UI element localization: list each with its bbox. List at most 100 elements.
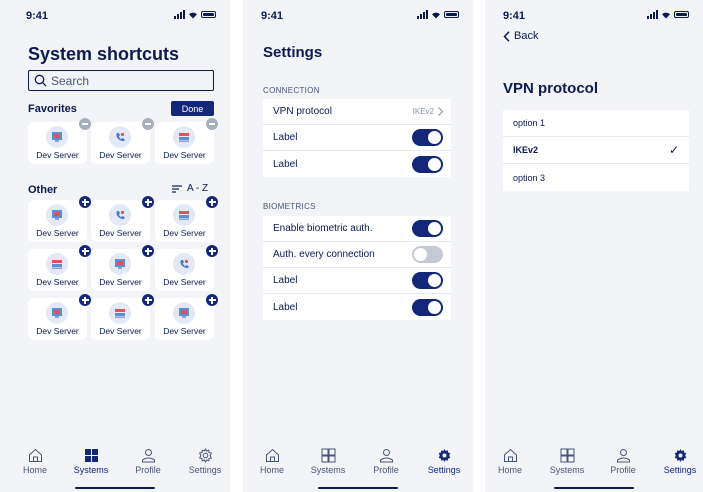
tab-bar: Home Systems Profile Settings bbox=[0, 438, 230, 492]
other-tile[interactable]: Dev Server bbox=[155, 245, 218, 291]
tab-home-label: Home bbox=[259, 465, 284, 475]
chevron-right-icon bbox=[438, 107, 443, 116]
tab-home[interactable]: Home bbox=[485, 448, 535, 475]
user-icon bbox=[141, 449, 155, 463]
vpn-protocol-row[interactable]: VPN protocol IKEv2 bbox=[263, 99, 451, 125]
search-input[interactable]: Search bbox=[28, 70, 214, 91]
tab-settings-label: Settings bbox=[663, 465, 697, 475]
add-badge[interactable] bbox=[79, 245, 91, 257]
tile-label: Dev Server bbox=[99, 326, 142, 336]
phone-icon bbox=[109, 204, 131, 226]
status-bar: 9:41 bbox=[243, 0, 473, 30]
row-label: Label bbox=[273, 275, 298, 286]
sort-label: A - Z bbox=[187, 183, 209, 194]
search-icon bbox=[34, 74, 47, 87]
sort-button[interactable]: A - Z bbox=[172, 183, 208, 194]
settings-screen: 9:41 Settings CONNECTION VPN protocol IK… bbox=[243, 0, 473, 492]
option-label: option 1 bbox=[513, 118, 546, 128]
back-label: Back bbox=[514, 30, 539, 42]
add-badge[interactable] bbox=[142, 245, 154, 257]
tile-label: Dev Server bbox=[36, 228, 79, 238]
server-icon bbox=[46, 253, 68, 275]
grid-icon bbox=[84, 449, 98, 462]
tab-profile[interactable]: Profile bbox=[598, 448, 648, 475]
other-tile[interactable]: Dev Server bbox=[28, 294, 91, 340]
other-tile[interactable]: Dev Server bbox=[91, 294, 154, 340]
favorite-tile[interactable]: Dev Server bbox=[91, 118, 154, 164]
add-badge[interactable] bbox=[142, 196, 154, 208]
toggle-switch[interactable] bbox=[412, 298, 443, 316]
add-badge[interactable] bbox=[206, 196, 218, 208]
status-icons bbox=[174, 10, 216, 19]
label-row-3: Label bbox=[263, 268, 451, 294]
tab-bar: Home Systems Profile Settings bbox=[243, 438, 473, 492]
other-tile[interactable]: Dev Server bbox=[91, 196, 154, 242]
option-row[interactable]: option 1 bbox=[503, 110, 689, 137]
other-tile[interactable]: Dev Server bbox=[28, 196, 91, 242]
checkmark-icon: ✓ bbox=[668, 143, 679, 157]
connection-section-label: CONNECTION bbox=[263, 86, 320, 95]
remove-badge[interactable] bbox=[142, 118, 154, 130]
tile-label: Dev Server bbox=[163, 326, 206, 336]
back-button[interactable]: Back bbox=[503, 30, 538, 42]
battery-icon bbox=[674, 11, 689, 18]
tab-settings[interactable]: Settings bbox=[419, 448, 469, 475]
tab-home[interactable]: Home bbox=[247, 448, 297, 475]
tile-label: Dev Server bbox=[36, 326, 79, 336]
other-tile[interactable]: Dev Server bbox=[155, 196, 218, 242]
toggle-switch[interactable] bbox=[412, 155, 443, 173]
row-label: Label bbox=[273, 301, 298, 313]
label-row-2: Label bbox=[263, 151, 451, 177]
screen-icon bbox=[46, 204, 68, 226]
tab-settings[interactable]: Settings bbox=[180, 448, 230, 475]
biometric-toggle[interactable] bbox=[412, 220, 443, 237]
grid-icon bbox=[560, 448, 574, 463]
other-tile[interactable]: Dev Server bbox=[91, 245, 154, 291]
tab-profile-label: Profile bbox=[135, 465, 161, 475]
home-icon bbox=[28, 448, 42, 462]
tab-systems[interactable]: Systems bbox=[542, 448, 592, 475]
tile-label: Dev Server bbox=[36, 277, 79, 287]
biometrics-section-label: BIOMETRICS bbox=[263, 202, 316, 211]
tab-profile[interactable]: Profile bbox=[361, 448, 411, 475]
add-badge[interactable] bbox=[79, 196, 91, 208]
tab-systems-label: Systems bbox=[310, 465, 346, 475]
remove-badge[interactable] bbox=[206, 118, 218, 130]
search-placeholder: Search bbox=[51, 73, 90, 88]
grid-icon bbox=[321, 448, 335, 463]
favorite-tile[interactable]: Dev Server bbox=[155, 118, 218, 164]
chevron-left-icon bbox=[503, 30, 510, 42]
toggle-switch[interactable] bbox=[412, 129, 443, 146]
home-indicator bbox=[554, 487, 634, 489]
toggle-switch[interactable] bbox=[412, 272, 443, 289]
wifi-icon bbox=[432, 12, 440, 19]
favorite-tile[interactable]: Dev Server bbox=[28, 118, 91, 164]
page-title: System shortcuts bbox=[28, 44, 180, 64]
auth-every-connection-row: Auth. every connection bbox=[263, 242, 451, 268]
protocol-options-list: option 1 IKEv2 ✓ option 3 bbox=[503, 110, 689, 191]
tab-systems[interactable]: Systems bbox=[303, 448, 353, 475]
tab-systems[interactable]: Systems bbox=[66, 448, 116, 475]
row-label: Label bbox=[273, 158, 298, 170]
add-badge[interactable] bbox=[79, 294, 91, 306]
other-tile[interactable]: Dev Server bbox=[155, 294, 218, 340]
tile-label: Dev Server bbox=[163, 150, 206, 160]
option-row-selected[interactable]: IKEv2 ✓ bbox=[503, 137, 689, 164]
other-heading: Other bbox=[28, 184, 58, 196]
vpn-protocol-value-wrap: IKEv2 bbox=[413, 107, 443, 116]
row-label: Auth. every connection bbox=[273, 249, 375, 260]
auth-every-toggle[interactable] bbox=[412, 246, 443, 263]
option-row[interactable]: option 3 bbox=[503, 164, 689, 191]
status-time: 9:41 bbox=[503, 10, 526, 22]
remove-badge[interactable] bbox=[79, 118, 91, 130]
done-button[interactable]: Done bbox=[171, 101, 214, 116]
screen-icon bbox=[109, 253, 131, 275]
tab-profile[interactable]: Profile bbox=[123, 448, 173, 475]
tab-bar: Home Systems Profile Settings bbox=[485, 438, 703, 492]
add-badge[interactable] bbox=[142, 294, 154, 306]
add-badge[interactable] bbox=[206, 245, 218, 257]
other-tile[interactable]: Dev Server bbox=[28, 245, 91, 291]
add-badge[interactable] bbox=[206, 294, 218, 306]
tab-settings[interactable]: Settings bbox=[657, 448, 703, 475]
tab-home[interactable]: Home bbox=[10, 448, 60, 475]
